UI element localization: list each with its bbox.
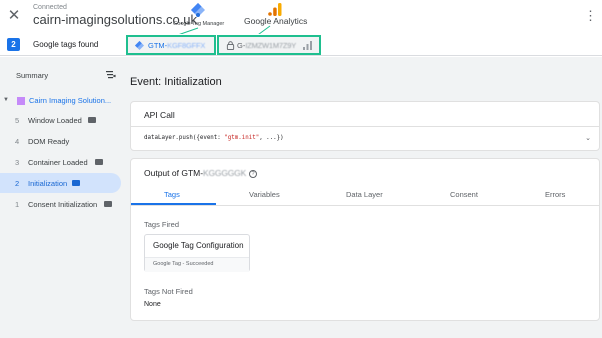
sidebar-event-item[interactable]: 2 Initialization <box>0 173 121 193</box>
expand-caret-icon[interactable]: ▼ <box>3 97 9 103</box>
tags-found-label: Google tags found <box>33 40 99 49</box>
google-analytics-logo-icon <box>268 3 282 16</box>
tab-tags[interactable]: Tags <box>164 190 180 199</box>
gtm-container-id: GTM-KGF8GFFX <box>148 41 206 50</box>
sidebar-event-item[interactable]: 1 Consent Initialization <box>0 194 121 214</box>
tab-variables[interactable]: Variables <box>249 190 280 199</box>
close-icon[interactable]: ✕ <box>6 8 22 24</box>
event-sidebar: Summary ▼ Cairn Imaging Solution... 5 Win… <box>0 57 124 338</box>
tags-fired-label: Tags Fired <box>144 220 180 229</box>
sidebar-event-item[interactable]: 3 Container Loaded <box>0 152 121 172</box>
fired-tag-name: Google Tag Configuration <box>153 241 244 250</box>
gtm-container-chip[interactable]: GTM-KGF8GFFX <box>126 35 216 55</box>
gtm-logo-label: Google Tag Manager <box>173 21 225 27</box>
event-label: DOM Ready <box>28 137 70 146</box>
output-card: Output of GTM-KGGGGGK? Tags Variables Da… <box>130 158 600 321</box>
tab-errors[interactable]: Errors <box>545 190 565 199</box>
sidebar-event-item[interactable]: 5 Window Loaded <box>0 110 121 130</box>
ga-container-chip[interactable]: G-IZMZW1M7Z9Y <box>217 35 321 55</box>
output-title: Output of GTM-KGGGGGK? <box>144 168 258 178</box>
active-tab-indicator <box>131 203 216 205</box>
site-page-label: Cairn Imaging Solution... <box>29 96 112 105</box>
connection-status: Connected <box>33 4 67 11</box>
site-marker-icon <box>17 97 25 105</box>
tag-count-badge: 2 <box>7 38 20 51</box>
sidebar-event-item[interactable]: 4 DOM Ready <box>0 131 121 151</box>
ga-measurement-id: G-IZMZW1M7Z9Y <box>237 41 297 50</box>
tags-not-fired-label: Tags Not Fired <box>144 287 193 296</box>
api-call-icon <box>95 159 103 165</box>
event-number: 3 <box>15 158 20 167</box>
tab-consent[interactable]: Consent <box>450 190 478 199</box>
gtm-diamond-icon <box>135 41 144 50</box>
google-tag-manager-logo-icon <box>191 3 205 17</box>
divider <box>131 126 599 127</box>
api-call-icon <box>104 201 112 207</box>
event-number: 1 <box>15 200 20 209</box>
chevron-down-icon[interactable]: ⌄ <box>585 134 591 142</box>
clear-all-icon[interactable] <box>106 70 116 80</box>
site-page-row[interactable]: ▼ Cairn Imaging Solution... <box>0 93 124 109</box>
top-bar: ✕ Connected cairn-imagingsolutions.co.uk… <box>0 0 602 34</box>
event-number: 5 <box>15 116 20 125</box>
event-label: Window Loaded <box>28 116 82 125</box>
event-label: Container Loaded <box>28 158 88 167</box>
analytics-bars-icon <box>303 41 312 50</box>
lock-tag-icon <box>226 41 235 50</box>
event-title: Event: Initialization <box>130 76 222 88</box>
api-call-icon <box>72 180 80 186</box>
event-label: Initialization <box>28 179 68 188</box>
api-call-code: dataLayer.push({event: "gtm.init", ...}) <box>144 135 284 141</box>
help-icon[interactable]: ? <box>249 170 258 178</box>
api-call-icon <box>88 117 96 123</box>
tags-bar: 2 Google tags found GTM-KGF8GFFX G-IZMZW… <box>0 34 602 56</box>
ga-logo-label: Google Analytics <box>244 16 308 26</box>
output-tabs: Tags Variables Data Layer Consent Errors <box>131 184 599 206</box>
api-call-title: API Call <box>144 110 175 120</box>
summary-label[interactable]: Summary <box>16 71 48 80</box>
event-number: 2 <box>15 179 20 188</box>
fired-tag-card[interactable]: Google Tag Configuration Google Tag - Su… <box>144 234 250 272</box>
more-vert-icon[interactable]: ⋮ <box>584 9 597 22</box>
event-number: 4 <box>15 137 20 146</box>
api-call-card: API Call dataLayer.push({event: "gtm.ini… <box>130 101 600 151</box>
tab-data-layer[interactable]: Data Layer <box>346 190 383 199</box>
tags-not-fired-value: None <box>144 301 161 308</box>
event-label: Consent Initialization <box>28 200 98 209</box>
fired-tag-status: Google Tag - Succeeded <box>153 261 214 267</box>
